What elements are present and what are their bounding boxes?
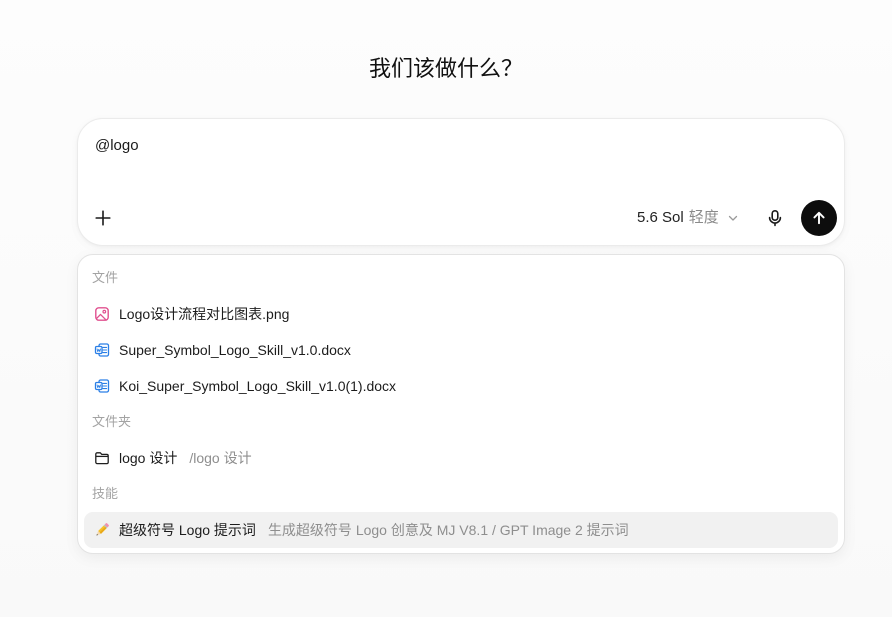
microphone-icon xyxy=(768,209,782,227)
skill-item[interactable]: 超级符号 Logo 提示词 生成超级符号 Logo 创意及 MJ V8.1 / … xyxy=(84,512,838,548)
page-title: 我们该做什么？ xyxy=(368,56,523,81)
model-name: 5.6 Sol xyxy=(637,209,684,226)
mention-menu: 文件 Logo设计流程对比图表.png Super_Symbol_Logo_Sk… xyxy=(77,254,845,554)
arrow-up-icon xyxy=(813,211,825,225)
voice-input-button[interactable] xyxy=(759,202,791,234)
folder-name: logo 设计 xyxy=(119,450,178,466)
file-item[interactable]: Super_Symbol_Logo_Skill_v1.0.docx xyxy=(84,332,838,368)
message-input[interactable]: @logo xyxy=(95,134,815,158)
pencil-icon xyxy=(94,522,110,538)
skill-name: 超级符号 Logo 提示词 xyxy=(119,522,256,538)
send-button[interactable] xyxy=(801,200,837,236)
file-item[interactable]: Logo设计流程对比图表.png xyxy=(84,296,838,332)
section-label-folders: 文件夹 xyxy=(92,414,132,429)
skill-description: 生成超级符号 Logo 创意及 MJ V8.1 / GPT Image 2 提示… xyxy=(267,522,629,538)
folder-icon xyxy=(94,450,110,466)
section-label-files: 文件 xyxy=(92,270,119,285)
add-attachment-button[interactable] xyxy=(87,202,119,234)
section-label-skills: 技能 xyxy=(92,486,119,501)
image-file-icon xyxy=(94,306,110,322)
folder-path: /logo 设计 xyxy=(189,450,252,466)
word-document-icon xyxy=(94,342,110,358)
file-item[interactable]: Koi_Super_Symbol_Logo_Skill_v1.0(1).docx xyxy=(84,368,838,404)
model-selector[interactable]: 5.6 Sol 轻度 xyxy=(637,206,738,230)
model-effort: 轻度 xyxy=(688,209,719,226)
file-name: Koi_Super_Symbol_Logo_Skill_v1.0(1).docx xyxy=(119,378,397,394)
word-document-icon xyxy=(94,378,110,394)
folder-item[interactable]: logo 设计 /logo 设计 xyxy=(84,440,838,476)
file-name: Super_Symbol_Logo_Skill_v1.0.docx xyxy=(119,342,351,358)
plus-icon xyxy=(95,210,111,226)
chevron-down-icon xyxy=(728,213,738,223)
composer: @logo 5.6 Sol 轻度 xyxy=(77,118,845,246)
file-name: Logo设计流程对比图表.png xyxy=(119,306,290,322)
